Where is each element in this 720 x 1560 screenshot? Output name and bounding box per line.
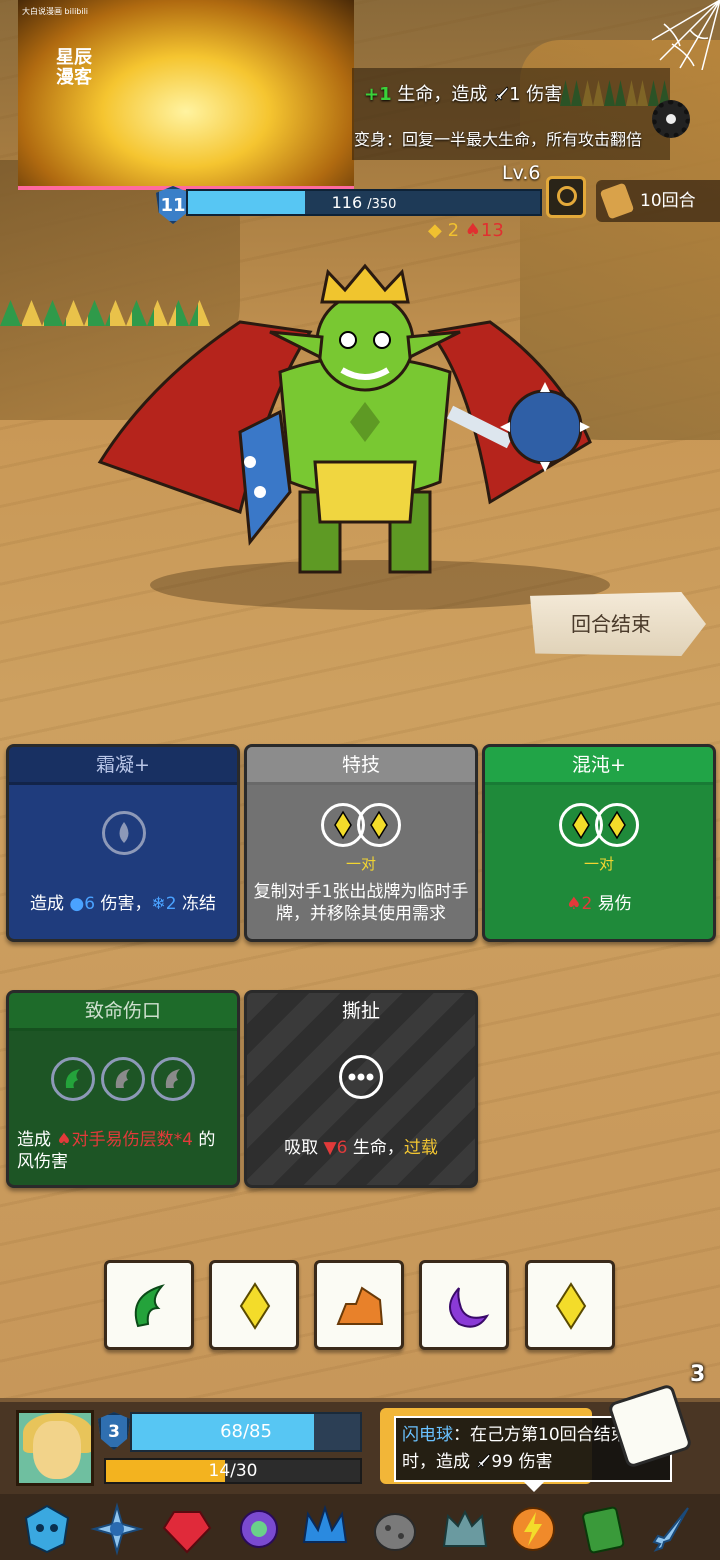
mountain-die-icon [336,1286,384,1325]
ruby-relic-icon[interactable] [160,1502,214,1556]
intent-line-2: 变身：回复一半最大生命，所有攻击翻倍 [354,130,643,149]
gargoyle-relic-icon[interactable] [438,1502,492,1556]
card-skill[interactable]: 特技 一对 复制对手1张出战牌为临时手牌，并移除其使用需求 [244,744,478,942]
intent-line-1: +1 生命，造成 1 伤害 [364,84,563,105]
rounds-counter[interactable]: 10回合 [596,180,720,222]
die-diamond[interactable] [525,1260,615,1350]
card-chaos[interactable]: 混沌+ 一对 ♠2 易伤 [482,744,716,942]
sword-icon [494,86,509,102]
rounds-label: 10回合 [640,191,696,211]
purple-charm-relic-icon[interactable] [232,1502,286,1556]
diamond-slot-icon [595,803,639,847]
end-turn-button[interactable]: 回合结束 [530,592,706,656]
snowflake-icon: ❄ [151,894,166,914]
water-drop-icon: ● [69,894,85,914]
enemy-hp-bar: 116 /350 [186,189,542,216]
fang-icon: ▼ [323,1138,337,1158]
player-energy-bar: 14/30 [104,1458,362,1484]
vulnerable-icon: ♠ [56,1130,72,1150]
blue-skull-relic-icon[interactable] [20,1502,74,1556]
die-diamond[interactable] [209,1260,299,1350]
cobweb-icon [651,0,720,70]
enemy-status-effects: ◆ 2 ♠13 [428,220,504,241]
vulnerable-stacks: 13 [480,220,504,241]
settings-gear-icon[interactable] [652,100,690,138]
leaf-slot-icon [51,1057,95,1101]
card-title: 混沌+ [485,747,713,785]
card-description: 造成 ●6 伤害，❄2 冻结 [30,894,216,914]
card-title: 特技 [247,747,475,785]
ice-crown-relic-icon[interactable] [298,1502,352,1556]
card-lethal-wound[interactable]: 致命伤口 造成 ♠对手易伤层数*4 的风伤害 [6,990,240,1188]
diamond-die-icon [555,1282,587,1330]
heal-plus-icon: +1 [364,84,392,105]
agility-stacks: 2 [447,220,460,241]
enemy-hp-text: 116 /350 [331,193,397,212]
card-title: 霜凝+ [9,747,237,785]
leaf-slot-icon [151,1057,195,1101]
player-avatar[interactable] [16,1410,94,1486]
lightning-orb-relic-icon[interactable] [506,1502,560,1556]
player-hp-bar: 68/85 [130,1412,362,1452]
card-title: 撕扯 [341,1000,380,1022]
die-mountain[interactable] [314,1260,404,1350]
any-die-slot-icon [339,1055,383,1099]
ice-dagger-relic-icon[interactable] [644,1502,698,1556]
diamond-die-icon [239,1282,271,1330]
snowflake-relic-icon[interactable] [90,1502,144,1556]
player-hp-text: 68/85 [220,1421,272,1442]
slot-requirement-label: 一对 [345,855,376,873]
player-energy-text: 14/30 [208,1461,258,1481]
video-caption: 大白说漫画 bilibili [22,7,89,16]
card-description: 吸取 ▼6 生命，过载 [284,1138,438,1158]
slot-requirement-label: 一对 [583,855,614,873]
card-tear[interactable]: 撕扯 吸取 ▼6 生命，过载 [244,990,478,1188]
card-title: 致命伤口 [9,993,237,1031]
leaf-slot-icon [101,1057,145,1101]
enemy-level: Lv.6 [502,162,541,184]
water-drop-icon [119,822,129,843]
moon-die-icon [449,1287,490,1328]
dice-count: 3 [690,1362,706,1387]
card-description: ♠2 易伤 [566,894,632,914]
diamond-slot-icon [357,803,401,847]
card-description: 造成 ♠对手易伤层数*4 的风伤害 [17,1130,216,1172]
vulnerable-icon: ♠ [566,894,582,914]
die-moon[interactable] [419,1260,509,1350]
leaf-die-icon [134,1284,165,1328]
video-overlay-thumbnail[interactable]: 大白说漫画 bilibili 星辰漫客 [18,0,354,190]
agility-icon[interactable]: ◆ [428,220,442,241]
vulnerable-icon[interactable]: ♠ [465,220,481,241]
video-brand: 星辰漫客 [56,47,92,88]
water-slot-icon [102,811,146,855]
card-frost[interactable]: 霜凝+ 造成 ●6 伤害，❄2 冻结 [6,744,240,942]
card-description: 复制对手1张出战牌为临时手牌，并移除其使用需求 [253,882,469,924]
moss-book-relic-icon[interactable] [576,1502,630,1556]
tooltip-arrow [524,1482,544,1492]
stone-egg-relic-icon[interactable] [368,1502,422,1556]
die-leaf[interactable] [104,1260,194,1350]
inspect-enemy-button[interactable] [546,176,586,218]
scroll-icon [599,182,635,220]
sword-icon [476,1453,491,1469]
goblin-king-enemy[interactable] [90,262,650,602]
